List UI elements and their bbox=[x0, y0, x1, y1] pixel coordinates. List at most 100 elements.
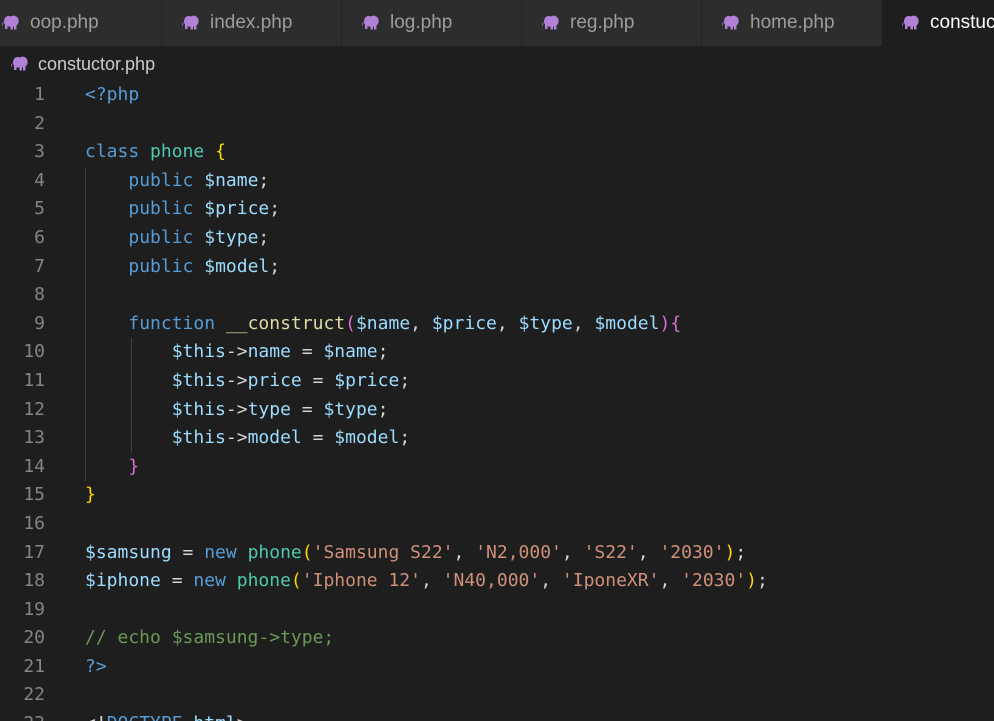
code-token: model bbox=[247, 427, 302, 449]
code-token: new bbox=[204, 541, 237, 563]
code-token: 'Iphone 12' bbox=[301, 570, 421, 592]
breadcrumb-file[interactable]: constuctor.php bbox=[38, 54, 155, 75]
code-line[interactable]: 17 $samsung = new phone('Samsung S22', 'N… bbox=[0, 539, 994, 568]
code-token: ; bbox=[377, 398, 389, 420]
code-token: ; bbox=[269, 255, 281, 277]
code-token: $type bbox=[323, 398, 378, 420]
code-token: , bbox=[659, 570, 682, 592]
code-token: ) bbox=[724, 541, 736, 563]
tab-label: log.php bbox=[390, 12, 453, 33]
line-number: 3 bbox=[34, 141, 45, 163]
code-line[interactable]: 18 $iphone = new phone('Iphone 12', 'N40,… bbox=[0, 567, 994, 596]
line-number: 9 bbox=[34, 312, 45, 334]
code-token: , bbox=[637, 541, 660, 563]
indent-guide bbox=[85, 281, 86, 310]
line-number: 6 bbox=[34, 226, 45, 248]
code-editor[interactable]: 1 <?php 2 3 class phone {4 public $name; 5 pu… bbox=[0, 81, 994, 721]
code-token: = bbox=[290, 341, 324, 363]
tab-bar: oop.php index.php log.php reg.php home.p… bbox=[0, 0, 994, 46]
code-token: $type bbox=[204, 226, 259, 248]
tab-constuctor-php[interactable]: constuctor.php bbox=[882, 0, 994, 46]
code-token: , bbox=[420, 570, 443, 592]
code-line[interactable]: 22 bbox=[0, 681, 994, 710]
tab-oop-php[interactable]: oop.php bbox=[0, 0, 162, 46]
code-token: , bbox=[496, 312, 519, 334]
code-line[interactable]: 4 public $name; bbox=[0, 166, 994, 196]
code-line[interactable]: 9 function __construct($name, $price, $t… bbox=[0, 309, 994, 339]
line-number: 20 bbox=[23, 627, 45, 649]
tab-reg-php[interactable]: reg.php bbox=[522, 0, 702, 46]
code-line[interactable]: 19 bbox=[0, 596, 994, 625]
php-elephant-icon bbox=[722, 15, 740, 31]
line-number: 4 bbox=[34, 169, 45, 191]
breadcrumb[interactable]: constuctor.php bbox=[0, 46, 994, 82]
code-line[interactable]: 20 // echo $samsung->type; bbox=[0, 624, 994, 653]
code-token: ( bbox=[301, 541, 313, 563]
code-line[interactable]: 10 $this->name = $name; bbox=[0, 338, 994, 367]
code-text: public $name; bbox=[85, 167, 269, 196]
code-line[interactable]: 7 public $model; bbox=[0, 252, 994, 282]
code-line[interactable]: 8 bbox=[0, 281, 994, 310]
line-number: 8 bbox=[34, 284, 45, 306]
code-token: price bbox=[247, 369, 302, 391]
code-token: $price bbox=[334, 369, 400, 391]
code-line[interactable]: 11 $this->price = $price; bbox=[0, 366, 994, 396]
code-token: , bbox=[453, 541, 476, 563]
code-token: $samsung bbox=[85, 541, 172, 563]
code-line[interactable]: 3 class phone { bbox=[0, 138, 994, 167]
code-token: <?php bbox=[85, 84, 140, 105]
code-token: class bbox=[85, 141, 140, 163]
code-token: { bbox=[215, 141, 226, 163]
code-line[interactable]: 6 public $type; bbox=[0, 223, 994, 253]
code-token: $this bbox=[171, 427, 226, 449]
code-token: 'N40,000' bbox=[442, 570, 541, 592]
code-token: name bbox=[247, 341, 291, 363]
code-token: -> bbox=[225, 427, 248, 449]
code-token: , bbox=[561, 541, 584, 563]
code-text: ?> bbox=[85, 653, 107, 682]
code-text: // echo $samsung->type; bbox=[85, 624, 334, 653]
code-text: } bbox=[85, 453, 139, 482]
code-line[interactable]: 2 bbox=[0, 110, 994, 139]
code-line[interactable]: 1 <?php bbox=[0, 81, 994, 110]
code-token: $name bbox=[355, 312, 411, 334]
line-number: 11 bbox=[23, 369, 45, 391]
code-line[interactable]: 5 public $price; bbox=[0, 195, 994, 224]
code-token: ; bbox=[269, 198, 281, 220]
code-text: $this->type = $type; bbox=[85, 396, 389, 425]
code-token: $model bbox=[204, 255, 270, 277]
line-number: 15 bbox=[23, 484, 45, 506]
code-text: $this->model = $model; bbox=[85, 424, 410, 453]
code-token: , bbox=[572, 312, 595, 334]
code-line[interactable]: 23 <!DOCTYPE html> bbox=[0, 710, 994, 721]
tab-home-php[interactable]: home.php bbox=[702, 0, 882, 46]
code-token: function bbox=[128, 312, 216, 334]
tab-label: constuctor.php bbox=[930, 12, 994, 33]
code-line[interactable]: 14 } bbox=[0, 452, 994, 482]
tab-index-php[interactable]: index.php bbox=[162, 0, 342, 46]
line-number: 22 bbox=[23, 684, 45, 706]
code-token: ( bbox=[290, 570, 302, 592]
code-text: } bbox=[85, 481, 96, 510]
code-line[interactable]: 13 $this->model = $model; bbox=[0, 424, 994, 453]
code-token: , bbox=[410, 312, 432, 334]
code-token: $type bbox=[518, 312, 573, 334]
code-token: $this bbox=[171, 369, 226, 391]
code-text: $iphone = new phone('Iphone 12', 'N40,00… bbox=[85, 567, 768, 596]
code-token: -> bbox=[225, 369, 248, 391]
code-token: ) bbox=[659, 312, 671, 334]
tab-log-php[interactable]: log.php bbox=[342, 0, 522, 46]
code-line[interactable]: 12 $this->type = $type; bbox=[0, 395, 994, 425]
code-line[interactable]: 15} bbox=[0, 481, 994, 510]
code-line[interactable]: 21 ?> bbox=[0, 653, 994, 682]
code-text: public $price; bbox=[85, 195, 280, 224]
line-number: 13 bbox=[23, 427, 45, 449]
code-line[interactable]: 16 bbox=[0, 510, 994, 539]
code-token: = bbox=[171, 541, 205, 563]
